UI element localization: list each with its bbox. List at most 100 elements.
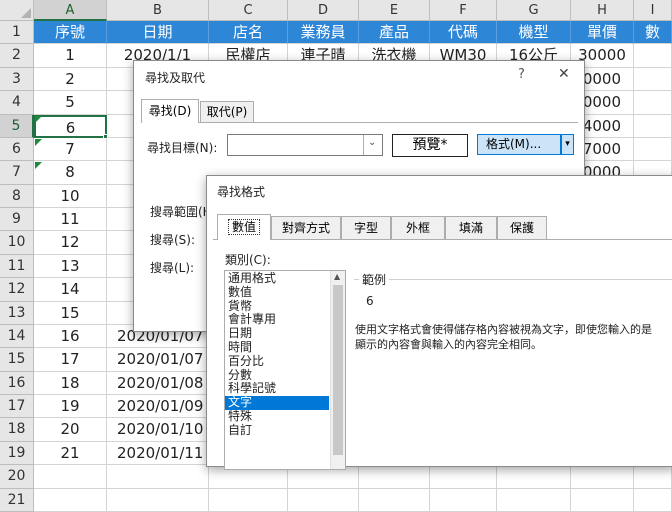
cell-a[interactable]: 1 xyxy=(34,44,107,68)
header-cell[interactable]: 單價 xyxy=(571,21,634,45)
cell-a[interactable]: 18 xyxy=(34,371,107,396)
cell-a[interactable]: 11 xyxy=(34,208,107,232)
error-indicator-icon[interactable] xyxy=(35,138,42,146)
list-scrollbar[interactable]: ▲ xyxy=(330,271,345,469)
cell-a[interactable]: 8 xyxy=(34,161,107,185)
cell-b[interactable]: 2020/01/07 xyxy=(107,348,209,372)
column-header-b[interactable]: B xyxy=(107,0,209,21)
header-cell[interactable]: 代碼 xyxy=(430,21,497,45)
find-dropdown-button[interactable]: ⌄ xyxy=(363,135,382,155)
tab-replace[interactable]: 取代(P) xyxy=(200,101,254,122)
row-header[interactable]: 6 xyxy=(0,137,34,162)
format-tab[interactable]: 數值 xyxy=(217,214,271,240)
format-dropdown-button[interactable]: ▾ xyxy=(561,134,574,155)
row-header[interactable]: 20 xyxy=(0,465,34,489)
cell[interactable] xyxy=(359,488,430,512)
header-cell[interactable]: 日期 xyxy=(107,21,209,45)
category-item[interactable]: 日期 xyxy=(225,326,329,341)
row-header[interactable]: 7 xyxy=(0,161,34,185)
cell[interactable] xyxy=(107,465,209,489)
error-indicator-icon[interactable] xyxy=(35,162,42,170)
header-cell[interactable]: 產品 xyxy=(359,21,430,45)
cell[interactable] xyxy=(634,114,672,138)
close-icon[interactable]: ✕ xyxy=(558,66,570,82)
cell[interactable] xyxy=(34,465,107,489)
category-item[interactable]: 自訂 xyxy=(225,423,329,438)
header-cell[interactable]: 店名 xyxy=(209,21,288,45)
format-button[interactable]: 格式(M)... xyxy=(477,134,561,155)
row-header[interactable]: 10 xyxy=(0,231,34,255)
cell-a[interactable]: 2 xyxy=(34,67,107,92)
row-header[interactable]: 19 xyxy=(0,441,34,466)
cell[interactable] xyxy=(634,465,672,489)
column-header-f[interactable]: F xyxy=(430,0,497,21)
row-header[interactable]: 4 xyxy=(0,91,34,115)
cell-a[interactable]: 7 xyxy=(34,137,107,162)
selected-cell[interactable]: 6 xyxy=(34,114,107,138)
cell[interactable] xyxy=(634,137,672,162)
row-header[interactable]: 21 xyxy=(0,488,34,512)
cell[interactable] xyxy=(430,465,497,489)
column-header-g[interactable]: G xyxy=(497,0,571,21)
column-header-d[interactable]: D xyxy=(288,0,359,21)
row-header[interactable]: 8 xyxy=(0,184,34,209)
row-header[interactable]: 16 xyxy=(0,371,34,396)
row-header[interactable]: 1 xyxy=(0,21,34,45)
cell[interactable] xyxy=(34,488,107,512)
cell-a[interactable]: 14 xyxy=(34,278,107,302)
cell-b[interactable]: 2020/01/11 xyxy=(107,441,209,466)
cell[interactable] xyxy=(634,44,672,68)
cell-b[interactable]: 2020/01/10 xyxy=(107,418,209,442)
column-header-i[interactable]: I xyxy=(634,0,672,21)
find-input[interactable] xyxy=(227,134,383,156)
cell[interactable] xyxy=(107,488,209,512)
cell[interactable] xyxy=(497,488,571,512)
category-item[interactable]: 通用格式 xyxy=(225,271,329,286)
format-tab[interactable]: 對齊方式 xyxy=(271,216,341,239)
cell[interactable] xyxy=(634,67,672,92)
cell-b[interactable]: 2020/01/08 xyxy=(107,371,209,396)
column-header-e[interactable]: E xyxy=(359,0,430,21)
format-tab[interactable]: 填滿 xyxy=(445,216,497,239)
row-header[interactable]: 3 xyxy=(0,67,34,92)
cell[interactable] xyxy=(430,488,497,512)
header-cell[interactable]: 業務員 xyxy=(288,21,359,45)
category-item[interactable]: 特殊 xyxy=(225,409,329,424)
cell[interactable] xyxy=(209,488,288,512)
cell[interactable] xyxy=(288,488,359,512)
error-indicator-icon[interactable] xyxy=(35,115,42,123)
row-header[interactable]: 17 xyxy=(0,395,34,419)
row-header[interactable]: 15 xyxy=(0,348,34,372)
cell-a[interactable]: 20 xyxy=(34,418,107,442)
category-item[interactable]: 百分比 xyxy=(225,354,329,369)
column-header-h[interactable]: H xyxy=(571,0,634,21)
row-header[interactable]: 14 xyxy=(0,324,34,349)
category-list[interactable]: 通用格式 數值 貨幣 會計專用 日期 時間 百分比 分數 科學記號 文字 特殊 自訂 ▲ xyxy=(224,270,346,470)
cell[interactable] xyxy=(634,91,672,115)
header-cell[interactable]: 機型 xyxy=(497,21,571,45)
category-item[interactable]: 文字 xyxy=(225,395,329,410)
cell-a[interactable]: 12 xyxy=(34,231,107,255)
column-header-a[interactable]: A xyxy=(34,0,107,21)
cell[interactable] xyxy=(359,465,430,489)
category-item[interactable]: 數值 xyxy=(225,285,329,300)
select-all-corner[interactable] xyxy=(0,0,34,21)
cell[interactable] xyxy=(571,488,634,512)
row-header[interactable]: 18 xyxy=(0,418,34,442)
cell-b[interactable]: 2020/01/09 xyxy=(107,395,209,419)
cell-a[interactable]: 15 xyxy=(34,301,107,325)
cell-a[interactable]: 21 xyxy=(34,441,107,466)
row-header[interactable]: 9 xyxy=(0,208,34,232)
cell-a[interactable]: 10 xyxy=(34,184,107,209)
cell[interactable] xyxy=(497,465,571,489)
header-cell[interactable]: 序號 xyxy=(34,21,107,45)
scroll-thumb[interactable] xyxy=(333,285,343,455)
row-header[interactable]: 2 xyxy=(0,44,34,68)
row-header[interactable]: 5 xyxy=(0,114,34,138)
row-header[interactable]: 12 xyxy=(0,278,34,302)
row-header[interactable]: 11 xyxy=(0,254,34,279)
format-tab[interactable]: 保護 xyxy=(497,216,547,239)
format-tab[interactable]: 外框 xyxy=(391,216,445,239)
cell-a[interactable]: 17 xyxy=(34,348,107,372)
tab-find[interactable]: 尋找(D) xyxy=(141,99,199,123)
